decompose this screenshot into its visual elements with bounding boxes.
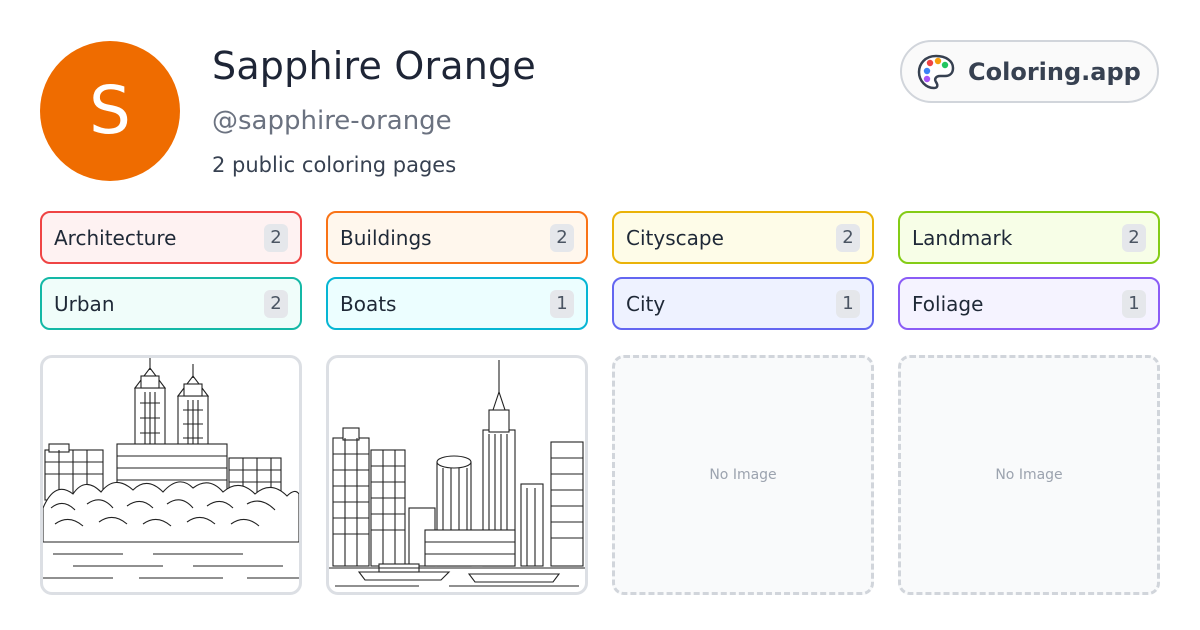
coloring-page-thumbnail[interactable] (326, 355, 588, 595)
coloring-page-placeholder[interactable]: No Image (898, 355, 1160, 595)
brand-label: Coloring.app (968, 57, 1141, 86)
tag-chip[interactable]: Boats 1 (326, 277, 588, 330)
skyline-water-illustration (329, 360, 585, 587)
tag-label: Architecture (54, 225, 177, 250)
tag-count: 1 (836, 289, 860, 318)
tag-count: 2 (550, 223, 574, 252)
tag-chip[interactable]: Cityscape 2 (612, 211, 874, 264)
coloring-page-grid: No Image No Image (40, 355, 1160, 595)
tag-count: 2 (836, 223, 860, 252)
tag-label: Foliage (912, 291, 984, 316)
skyline-trees-illustration (43, 358, 299, 579)
coloring-page-placeholder[interactable]: No Image (612, 355, 874, 595)
no-image-label: No Image (995, 467, 1063, 483)
tag-chip[interactable]: Foliage 1 (898, 277, 1160, 330)
tag-grid: Architecture 2 Buildings 2 Cityscape 2 L… (40, 211, 1160, 330)
tag-label: Landmark (912, 225, 1013, 250)
tag-label: Cityscape (626, 225, 724, 250)
tag-count: 1 (1122, 289, 1146, 318)
tag-chip[interactable]: Landmark 2 (898, 211, 1160, 264)
profile-name: Sapphire Orange (212, 44, 536, 88)
coloring-page-thumbnail[interactable] (40, 355, 302, 595)
palette-icon (917, 54, 955, 89)
page-count: 2 public coloring pages (212, 153, 457, 177)
tag-label: Buildings (340, 225, 432, 250)
tag-count: 2 (264, 289, 288, 318)
tag-chip[interactable]: Urban 2 (40, 277, 302, 330)
tag-count: 2 (264, 223, 288, 252)
tag-label: City (626, 291, 666, 316)
tag-label: Urban (54, 291, 115, 316)
tag-chip[interactable]: Buildings 2 (326, 211, 588, 264)
no-image-label: No Image (709, 467, 777, 483)
profile-handle: @sapphire-orange (212, 106, 452, 136)
avatar: S (40, 41, 180, 181)
tag-label: Boats (340, 291, 397, 316)
avatar-initial: S (89, 72, 131, 149)
tag-count: 2 (1122, 223, 1146, 252)
brand-badge[interactable]: Coloring.app (900, 40, 1159, 103)
tag-chip[interactable]: City 1 (612, 277, 874, 330)
tag-chip[interactable]: Architecture 2 (40, 211, 302, 264)
tag-count: 1 (550, 289, 574, 318)
